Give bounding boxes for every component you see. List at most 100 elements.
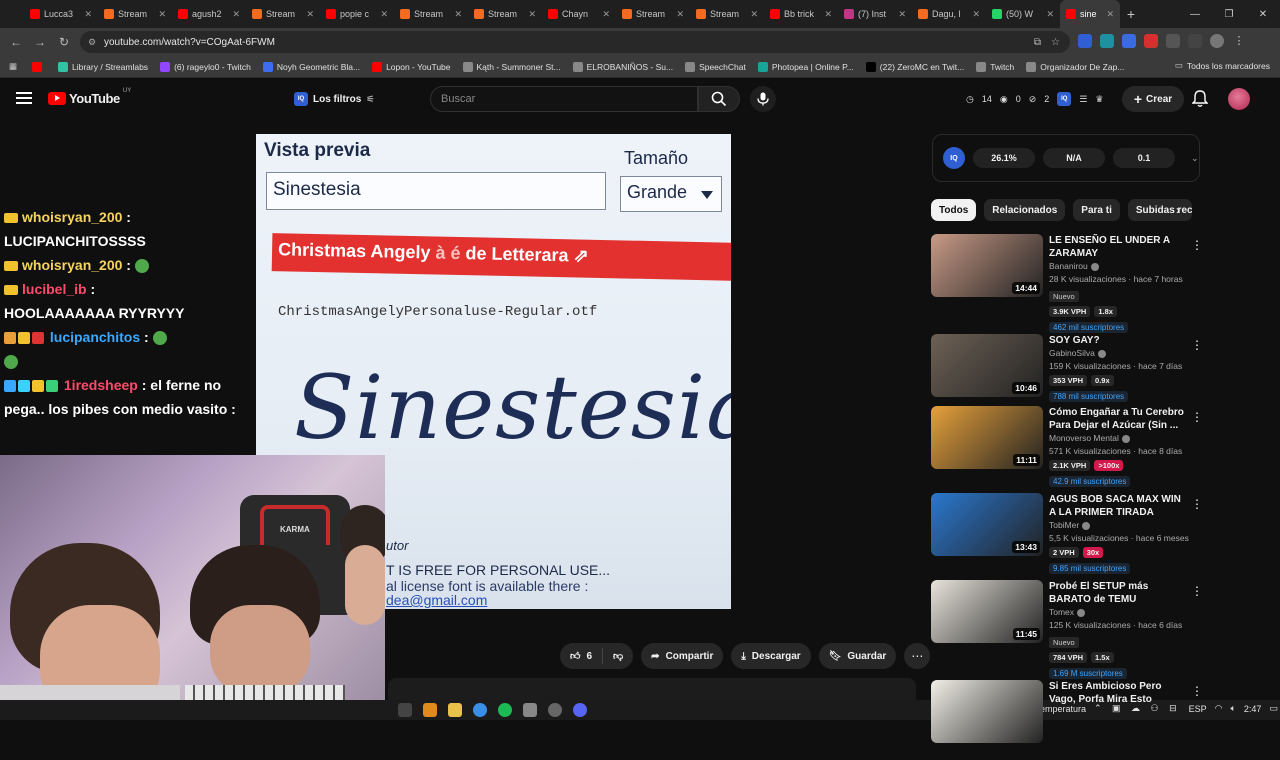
bookmark-item[interactable]: Noyh Geometric Bla... [257, 61, 366, 72]
channel-name[interactable]: GabinoSilva [1049, 347, 1189, 360]
tab-close-icon[interactable]: ✕ [602, 9, 610, 20]
chip-para-ti[interactable]: Para ti [1073, 199, 1120, 221]
browser-tab[interactable]: Stream ✕ [394, 0, 468, 28]
puzzle-icon[interactable] [1166, 34, 1180, 48]
site-info-icon[interactable]: ⚙ [88, 37, 96, 48]
forward-icon[interactable]: → [28, 35, 52, 49]
tab-close-icon[interactable]: ✕ [676, 9, 684, 20]
bookmark-item[interactable]: Library / Streamlabs [52, 61, 154, 72]
search-button[interactable] [698, 86, 740, 112]
bookmark-star-icon[interactable]: ☆ [1051, 37, 1060, 48]
chip-todos[interactable]: Todos [931, 199, 977, 221]
bookmark-item[interactable]: ELROBANIÑOS - Su... [567, 61, 679, 72]
share-button[interactable]: ➦ Compartir [641, 643, 724, 669]
filters-button[interactable]: IQ Los filtros ⚟ [294, 89, 374, 109]
hamburger-menu-icon[interactable] [16, 92, 32, 104]
youtube-logo[interactable]: YouTube UY [48, 88, 131, 106]
tab-close-icon[interactable]: ✕ [898, 9, 906, 20]
kebab-menu-icon[interactable]: ⋮ [1191, 584, 1203, 598]
channel-name[interactable]: Bananirou [1049, 260, 1189, 273]
iq-icon[interactable]: IQ [1057, 92, 1072, 106]
channel-name[interactable]: TobiMer [1049, 519, 1189, 532]
browser-tab[interactable]: agush2 ✕ [172, 0, 246, 28]
video-title[interactable]: Cómo Engañar a Tu Cerebro Para Dejar el … [1049, 406, 1189, 432]
recommended-video[interactable]: Si Eres Ambicioso Pero Vago, Porfa Mira … [931, 680, 1211, 760]
recommended-video[interactable]: 14:44 LE ENSEÑO EL UNDER A ZARAMAY Bananir… [931, 234, 1211, 333]
video-title[interactable]: SOY GAY? [1049, 334, 1189, 347]
tab-close-icon[interactable]: ✕ [84, 9, 92, 20]
save-button[interactable]: 🔖︎ Guardar [818, 643, 897, 669]
video-title[interactable]: LE ENSEÑO EL UNDER A ZARAMAY [1049, 234, 1189, 260]
apps-grid-icon[interactable]: ▦ [0, 61, 26, 72]
bookmark-item[interactable]: Lopon - YouTube [366, 61, 456, 72]
channel-name[interactable]: Monoverso Mental [1049, 432, 1189, 445]
browser-tab[interactable]: (7) Inst ✕ [838, 0, 912, 28]
clock[interactable]: 2:47 [1244, 704, 1262, 714]
browser-tab[interactable]: (50) W ✕ [986, 0, 1060, 28]
description-box[interactable] [388, 678, 916, 700]
bookmark-item[interactable]: Organizador De Zap... [1020, 61, 1130, 72]
tab-close-icon[interactable]: ✕ [1106, 9, 1114, 20]
extension-icon[interactable] [1100, 34, 1114, 48]
extension-icon[interactable] [1078, 34, 1092, 48]
browser-tab[interactable]: Stream ✕ [616, 0, 690, 28]
profile-icon[interactable] [1210, 34, 1224, 48]
video-thumbnail[interactable]: 14:44 [931, 234, 1043, 297]
spotify-icon[interactable] [498, 703, 512, 717]
dislike-button[interactable]: 👎︎ [603, 650, 633, 662]
browser-tab[interactable]: Stream ✕ [468, 0, 542, 28]
browser-tab[interactable]: Lucca3 ✕ [24, 0, 98, 28]
chrome-icon[interactable] [473, 703, 487, 717]
obs-icon[interactable] [548, 703, 562, 717]
video-title[interactable]: AGUS BOB SACA MAX WIN A LA PRIMER TIRADA [1049, 493, 1189, 519]
chevron-down-icon[interactable]: ⌄ [1191, 153, 1199, 164]
browser-tab[interactable]: Chayn ✕ [542, 0, 616, 28]
bookmark-item[interactable]: Twitch [970, 61, 1020, 72]
browser-tab[interactable]: Stream ✕ [246, 0, 320, 28]
tab-close-icon[interactable]: ✕ [824, 9, 832, 20]
kebab-menu-icon[interactable]: ⋮ [1191, 238, 1203, 252]
browser-tab[interactable]: Stream ✕ [98, 0, 172, 28]
url-field[interactable]: ⚙ youtube.com/watch?v=COgAat-6FWM ⧉ ☆ [80, 31, 1070, 53]
list-icon[interactable]: ☰ [1079, 94, 1087, 105]
like-button[interactable]: 👍︎ 6 [560, 648, 604, 664]
video-thumbnail[interactable] [931, 680, 1043, 743]
kebab-menu-icon[interactable]: ⋮ [1191, 338, 1203, 352]
voice-search-button[interactable] [750, 86, 776, 112]
close-window-button[interactable]: ✕ [1246, 0, 1280, 28]
file-explorer-icon[interactable] [448, 703, 462, 717]
tab-close-icon[interactable]: ✕ [158, 9, 166, 20]
bookmark-item[interactable]: (6) rageylo0 - Twitch [154, 61, 257, 72]
tab-close-icon[interactable]: ✕ [454, 9, 462, 20]
tab-close-icon[interactable]: ✕ [972, 9, 980, 20]
volume-icon[interactable]: 🔈︎ [1231, 703, 1236, 714]
bookmark-item[interactable]: Photopea | Online P... [752, 61, 860, 72]
video-title[interactable]: Probé El SETUP más BARATO de TEMU [1049, 580, 1189, 606]
tab-close-icon[interactable]: ✕ [1046, 9, 1054, 20]
bookmark-item[interactable]: SpeechChat [679, 61, 752, 72]
all-bookmarks[interactable]: ▭ Todos los marcadores [1175, 60, 1270, 71]
chevron-right-icon[interactable]: › [1176, 203, 1180, 217]
channel-name[interactable]: Tomex [1049, 606, 1189, 619]
browser-tab[interactable]: sine ✕ [1060, 0, 1120, 28]
search-input[interactable]: Buscar [430, 86, 698, 112]
bookmark-item[interactable]: (22) ZeroMC en Twit... [860, 61, 970, 72]
tab-close-icon[interactable]: ✕ [306, 9, 314, 20]
chip-subidas-recientes[interactable]: Subidas rec [1127, 199, 1192, 221]
account-avatar[interactable] [1228, 88, 1250, 110]
recommended-video[interactable]: 13:43 AGUS BOB SACA MAX WIN A LA PRIMER T… [931, 493, 1211, 574]
task-view-icon[interactable] [398, 703, 412, 717]
browser-tab[interactable]: Stream ✕ [690, 0, 764, 28]
bookmark-item[interactable]: Kąth - Summoner St... [457, 61, 567, 72]
back-icon[interactable]: ← [4, 35, 28, 49]
maximize-button[interactable]: ❐ [1212, 0, 1246, 28]
tab-close-icon[interactable]: ✕ [232, 9, 240, 20]
recommended-video[interactable]: 11:45 Probé El SETUP más BARATO de TEMU To… [931, 580, 1211, 679]
extension-icon[interactable] [1122, 34, 1136, 48]
recommended-video[interactable]: 10:46 SOY GAY? GabinoSilva 159 K visualizac… [931, 334, 1211, 414]
app-icon[interactable] [523, 703, 537, 717]
discord-icon[interactable] [573, 703, 587, 717]
more-actions-button[interactable]: ⋯ [904, 643, 931, 669]
tab-close-icon[interactable]: ✕ [380, 9, 388, 20]
recommended-video[interactable]: 11:11 Cómo Engañar a Tu Cerebro Para Deja… [931, 406, 1211, 487]
